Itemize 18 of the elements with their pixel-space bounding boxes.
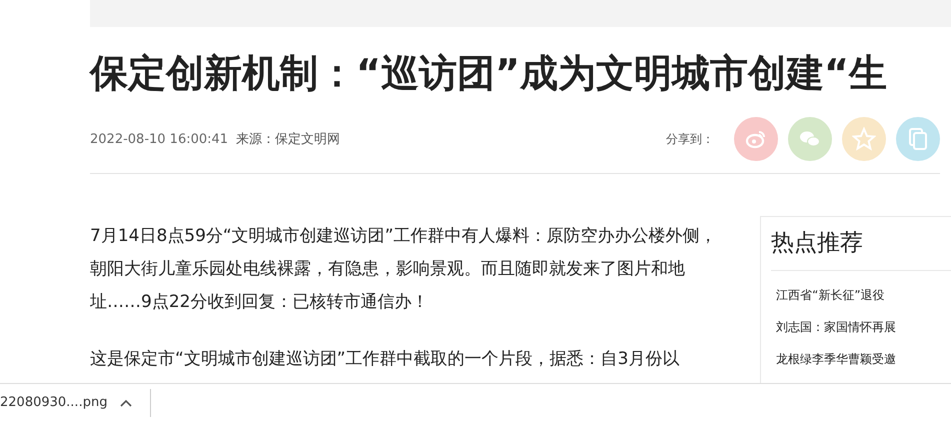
share-button[interactable]: [734, 117, 778, 161]
caret-icon[interactable]: [120, 398, 132, 406]
download-filename[interactable]: 22080930....png: [0, 395, 110, 410]
share-button[interactable]: [896, 117, 940, 161]
article-paragraph: 7月14日8点59分“文明城市创建巡访团”工作群中有人爆料：原防空办办公楼外侧，朝阳大街儿童乐园处电线裸露，有隐患，影响景观。而且随即就发来了图片和地址……9点22分收到回复：已核转市通信办！: [90, 225, 718, 314]
share-button[interactable]: [788, 117, 832, 161]
share-button[interactable]: [842, 117, 886, 161]
copy-icon: [906, 127, 930, 151]
share-label: 分享到：: [666, 130, 714, 148]
news-link[interactable]: 江西省“新长征”退役: [771, 287, 951, 303]
article-title: 保定创新机制：“巡访团”成为文明城市创建“生: [90, 50, 888, 97]
news-link[interactable]: 龙根绿李季华曹颖受邀: [771, 351, 951, 367]
news-link[interactable]: 刘志国：家国情怀再展: [771, 319, 951, 335]
article-paragraph: 这是保定市“文明城市创建巡访团”工作群中截取的一个片段，据悉：自3月份以: [90, 348, 680, 371]
article-source: 来源：保定文明网: [236, 131, 340, 148]
publish-time: 2022-08-10 16:00:41: [90, 132, 228, 146]
sidebar-title: 热点推荐: [771, 227, 951, 271]
star-icon: [852, 127, 876, 151]
